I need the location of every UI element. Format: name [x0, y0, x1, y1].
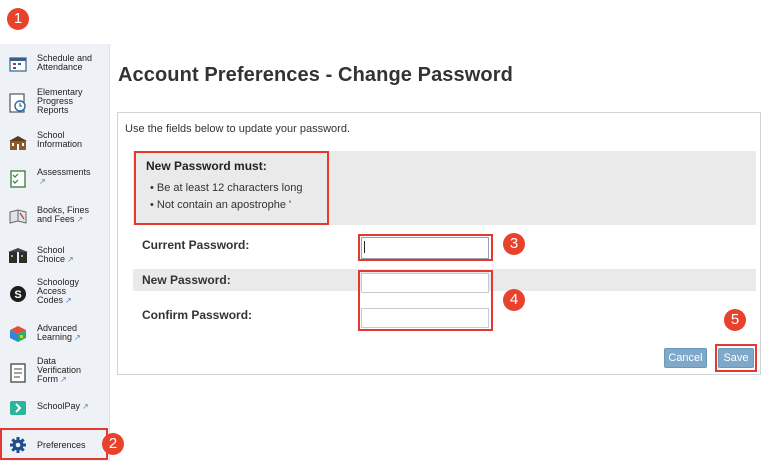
external-link-icon: ↗	[76, 215, 84, 224]
sidebar-item-schedule[interactable]: Schedule and Attendance	[0, 52, 110, 74]
change-password-panel: Use the fields below to update your pass…	[117, 112, 761, 375]
sidebar-item-label: School Information	[37, 130, 83, 149]
page-title: Account Preferences - Change Password	[118, 64, 513, 86]
sidebar-item-label: Assessments ↗	[37, 167, 91, 187]
checklist-icon	[8, 169, 28, 189]
current-password-highlight	[358, 234, 493, 261]
sidebar-item-schoology-access-codes[interactable]: S Schoology Access Codes ↗	[0, 278, 110, 308]
sidebar-item-label: Schoology Access Codes ↗	[37, 277, 80, 306]
new-confirm-password-highlight	[358, 270, 493, 331]
callout-4: 4	[503, 289, 525, 311]
password-rules-title: New Password must:	[146, 159, 267, 173]
sidebar-item-label: Books, Fines and Fees ↗	[37, 205, 90, 225]
sidebar-item-school-information[interactable]: School Information	[0, 130, 110, 152]
sidebar-item-data-verification-form[interactable]: Data Verification Form ↗	[0, 357, 110, 387]
sidebar-item-label: Elementary Progress Reports	[37, 87, 83, 115]
sidebar: Schedule and Attendance Elementary Progr…	[0, 44, 110, 461]
external-link-icon: ↗	[82, 402, 89, 411]
clock-report-icon	[8, 93, 28, 113]
current-password-label: Current Password:	[142, 238, 250, 252]
calendar-icon	[8, 54, 28, 74]
intro-text: Use the fields below to update your pass…	[125, 123, 351, 135]
schools-icon	[8, 246, 28, 266]
external-link-icon: ↗	[74, 333, 81, 342]
book-icon	[8, 207, 28, 227]
external-link-icon: ↗	[65, 296, 72, 305]
callout-5: 5	[724, 309, 746, 331]
save-button-highlight	[715, 344, 757, 372]
sidebar-item-assessments[interactable]: Assessments ↗	[0, 166, 110, 190]
sidebar-item-progress-reports[interactable]: Elementary Progress Reports	[0, 88, 110, 118]
school-building-icon	[8, 133, 28, 153]
callout-3: 3	[503, 233, 525, 255]
sidebar-item-school-choice[interactable]: School Choice ↗	[0, 244, 110, 266]
sidebar-item-label: SchoolPay ↗	[37, 401, 89, 412]
cube-icon	[8, 324, 28, 344]
confirm-password-label: Confirm Password:	[142, 308, 253, 322]
external-link-icon: ↗	[67, 255, 74, 264]
callout-2: 2	[102, 433, 124, 455]
sidebar-item-books-fines-fees[interactable]: Books, Fines and Fees ↗	[0, 204, 110, 228]
svg-text:S: S	[14, 289, 21, 301]
sidebar-item-schoolpay[interactable]: SchoolPay ↗	[0, 398, 110, 416]
form-icon	[8, 363, 28, 383]
preferences-highlight	[0, 428, 108, 460]
external-link-icon: ↗	[39, 177, 46, 186]
password-rule: • Not contain an apostrophe '	[150, 199, 292, 211]
sidebar-item-label: Data Verification Form ↗	[37, 356, 82, 385]
new-password-label: New Password:	[142, 273, 231, 287]
sidebar-item-advanced-learning[interactable]: Advanced Learning ↗	[0, 322, 110, 344]
sidebar-item-label: Advanced Learning ↗	[37, 323, 81, 343]
external-link-icon: ↗	[60, 375, 67, 384]
sidebar-item-label: School Choice ↗	[37, 245, 74, 265]
callout-1: 1	[7, 8, 29, 30]
cancel-button[interactable]: Cancel	[664, 348, 707, 368]
password-rule: • Be at least 12 characters long	[150, 182, 303, 194]
schoology-icon: S	[8, 284, 28, 304]
chevron-right-icon	[8, 398, 28, 418]
sidebar-item-label: Schedule and Attendance	[37, 53, 93, 72]
